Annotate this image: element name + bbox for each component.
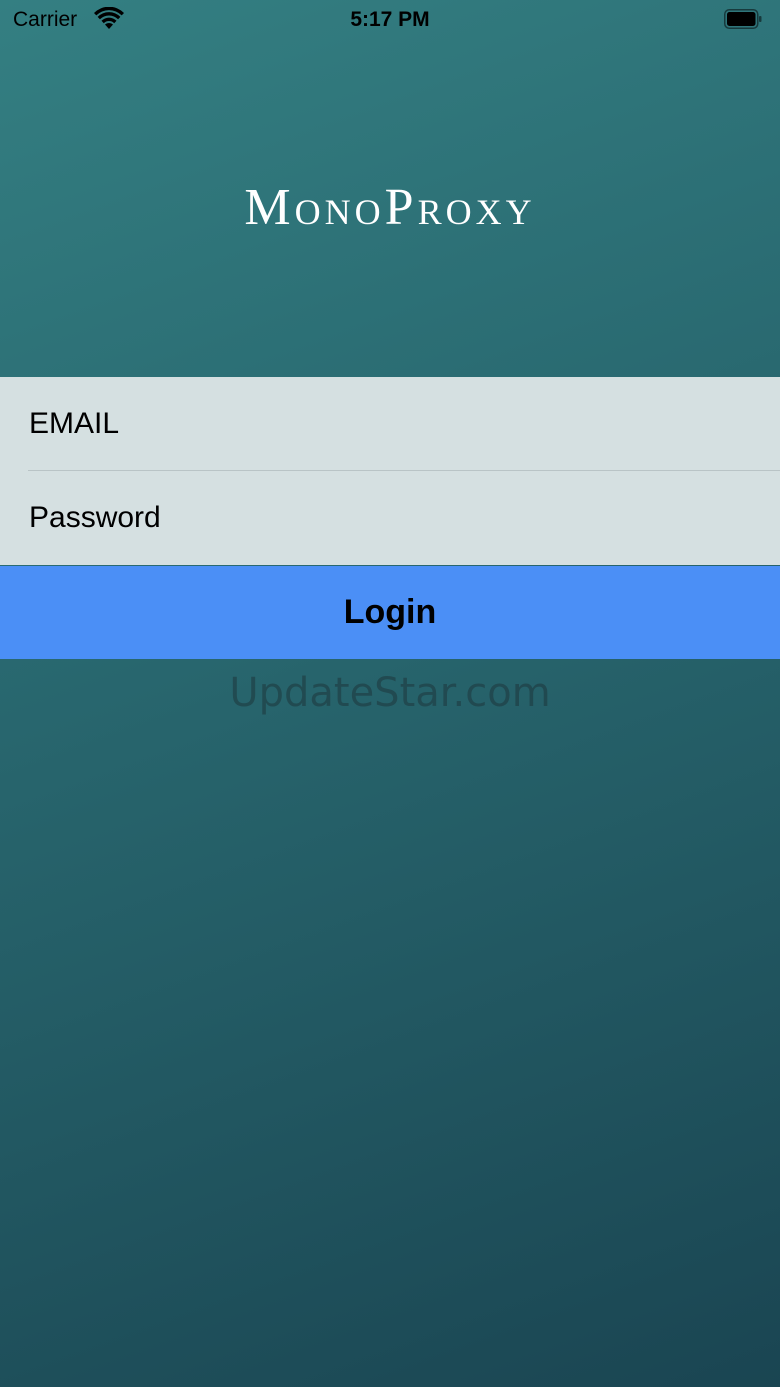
login-button[interactable]: Login	[0, 566, 780, 659]
watermark: UpdateStar.com	[229, 670, 551, 716]
email-field[interactable]	[0, 377, 780, 470]
app-logo: MonoProxy	[244, 179, 536, 236]
password-field[interactable]	[0, 471, 780, 564]
login-form	[0, 377, 780, 565]
status-time: 5:17 PM	[350, 8, 430, 31]
battery-icon	[724, 9, 762, 29]
status-bar: Carrier 5:17 PM	[0, 0, 780, 40]
